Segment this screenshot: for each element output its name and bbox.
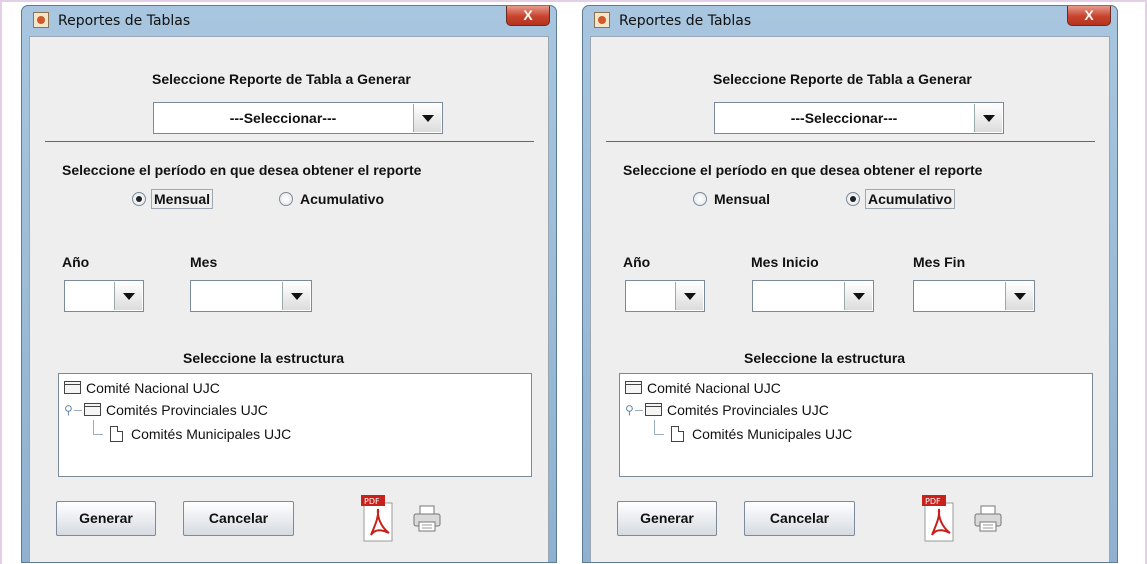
structure-tree[interactable]: Comité Nacional UJC ⚲ Comités Provincial…	[619, 373, 1093, 477]
tree-node-grandchild[interactable]: Comités Municipales UJC	[651, 420, 852, 444]
report-select[interactable]: ---Seleccionar---	[153, 102, 443, 134]
tree-node-root[interactable]: Comité Nacional UJC	[625, 378, 781, 398]
report-window-acumulativo: Reportes de Tablas X Seleccione Reporte …	[582, 5, 1118, 563]
radio-acumulativo-label: Acumulativo	[865, 189, 956, 209]
page-border-top	[0, 0, 1147, 2]
period-heading: Seleccione el período en que desea obten…	[62, 162, 422, 178]
radio-acumulativo[interactable]: Acumulativo	[846, 189, 956, 209]
month-select[interactable]	[190, 280, 312, 312]
year-select[interactable]	[625, 280, 705, 312]
period-heading: Seleccione el período en que desea obten…	[623, 162, 983, 178]
window-title: Reportes de Tablas	[619, 13, 752, 29]
tree-connector	[635, 410, 643, 411]
month-start-label: Mes Inicio	[751, 254, 819, 270]
radio-mensual-label: Mensual	[714, 191, 771, 207]
print-icon[interactable]	[973, 505, 1003, 533]
report-heading: Seleccione Reporte de Tabla a Generar	[152, 71, 411, 87]
folder-icon	[645, 403, 662, 416]
month-end-select[interactable]	[913, 280, 1035, 312]
file-icon	[110, 426, 123, 442]
cancel-button[interactable]: Cancelar	[744, 501, 855, 536]
generate-button[interactable]: Generar	[617, 501, 717, 536]
page-border-left	[0, 0, 2, 564]
structure-tree[interactable]: Comité Nacional UJC ⚲ Comités Provincial…	[58, 373, 532, 477]
tree-node-root-label: Comité Nacional UJC	[86, 380, 220, 396]
radio-unchecked-icon	[693, 192, 707, 206]
report-heading: Seleccione Reporte de Tabla a Generar	[713, 71, 972, 87]
pdf-export-icon[interactable]: PDF	[361, 495, 395, 543]
close-button[interactable]: X	[1067, 6, 1111, 26]
radio-acumulativo[interactable]: Acumulativo	[279, 191, 386, 207]
window-content: Seleccione Reporte de Tabla a Generar --…	[590, 36, 1110, 562]
month-end-label: Mes Fin	[913, 254, 966, 270]
year-label: Año	[62, 254, 90, 270]
chevron-down-icon[interactable]	[1005, 282, 1033, 310]
pdf-badge-text: PDF	[925, 497, 941, 506]
folder-icon	[64, 381, 81, 394]
report-select-value: ---Seleccionar---	[790, 110, 898, 126]
report-select[interactable]: ---Seleccionar---	[714, 102, 1004, 134]
structure-heading: Seleccione la estructura	[744, 350, 906, 366]
tree-connector	[93, 420, 94, 434]
generate-button[interactable]: Generar	[56, 501, 156, 536]
close-button[interactable]: X	[506, 6, 550, 26]
year-label: Año	[623, 254, 651, 270]
separator	[606, 141, 1095, 142]
tree-expand-handle-icon[interactable]: ⚲	[64, 400, 73, 420]
tree-node-child[interactable]: ⚲ Comités Provinciales UJC	[64, 400, 268, 420]
window-content: Seleccione Reporte de Tabla a Generar --…	[29, 36, 549, 562]
radio-mensual[interactable]: Mensual	[132, 189, 214, 209]
tree-connector	[93, 434, 103, 435]
radio-acumulativo-label: Acumulativo	[300, 191, 385, 207]
java-app-icon	[33, 12, 49, 28]
chevron-down-icon[interactable]	[844, 282, 872, 310]
radio-checked-icon	[846, 192, 860, 206]
radio-mensual[interactable]: Mensual	[693, 191, 772, 207]
chevron-down-icon[interactable]	[282, 282, 310, 310]
file-icon	[671, 426, 684, 442]
report-window-mensual: Reportes de Tablas X Seleccione Reporte …	[21, 5, 557, 563]
tree-node-grandchild[interactable]: Comités Municipales UJC	[90, 420, 291, 444]
structure-heading: Seleccione la estructura	[183, 350, 345, 366]
title-bar[interactable]: Reportes de Tablas X	[583, 6, 1117, 36]
month-label: Mes	[190, 254, 218, 270]
tree-connector	[74, 410, 82, 411]
year-select[interactable]	[64, 280, 144, 312]
java-app-icon	[594, 12, 610, 28]
separator	[45, 141, 534, 142]
tree-connector	[654, 434, 664, 435]
chevron-down-icon[interactable]	[675, 282, 703, 310]
folder-icon	[625, 381, 642, 394]
tree-expand-handle-icon[interactable]: ⚲	[625, 400, 634, 420]
pdf-badge-text: PDF	[364, 497, 380, 506]
report-select-value: ---Seleccionar---	[229, 110, 337, 126]
radio-unchecked-icon	[279, 192, 293, 206]
month-start-select[interactable]	[752, 280, 874, 312]
tree-node-root[interactable]: Comité Nacional UJC	[64, 378, 220, 398]
folder-icon	[84, 403, 101, 416]
tree-node-child[interactable]: ⚲ Comités Provinciales UJC	[625, 400, 829, 420]
title-bar[interactable]: Reportes de Tablas X	[22, 6, 556, 36]
cancel-button[interactable]: Cancelar	[183, 501, 294, 536]
chevron-down-icon[interactable]	[974, 104, 1002, 132]
print-icon[interactable]	[412, 505, 442, 533]
tree-connector	[654, 420, 655, 434]
pdf-export-icon[interactable]: PDF	[922, 495, 956, 543]
chevron-down-icon[interactable]	[114, 282, 142, 310]
window-title: Reportes de Tablas	[58, 13, 191, 29]
radio-checked-icon	[132, 192, 146, 206]
chevron-down-icon[interactable]	[413, 104, 441, 132]
tree-node-root-label: Comité Nacional UJC	[647, 380, 781, 396]
radio-mensual-label: Mensual	[151, 189, 214, 209]
